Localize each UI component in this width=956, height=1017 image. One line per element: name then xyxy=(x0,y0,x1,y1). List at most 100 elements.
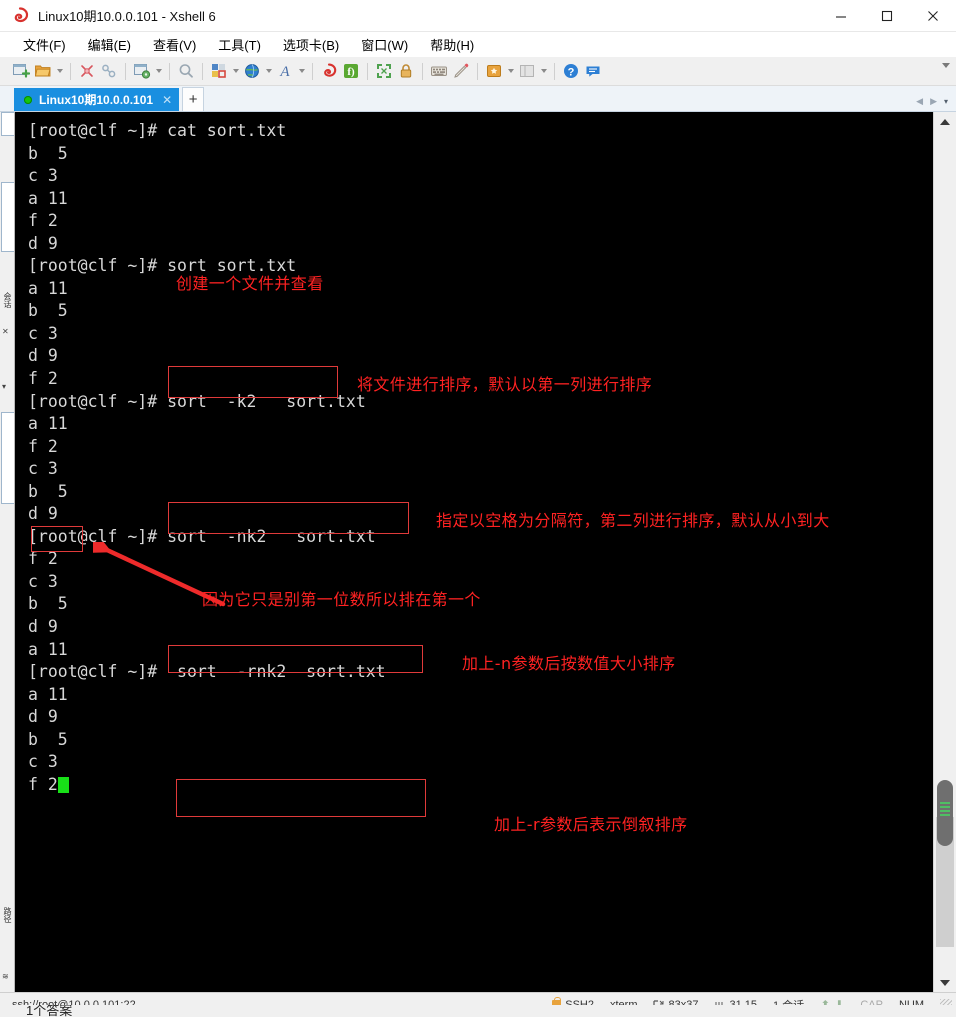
menu-tools[interactable]: 工具(T) xyxy=(207,32,272,58)
terminal-line: f 2 xyxy=(28,369,58,389)
menu-window[interactable]: 窗口(W) xyxy=(350,32,419,58)
close-button[interactable] xyxy=(910,0,956,31)
collapsed-sidebar[interactable]: 会话 ✕ ▾ 路径 ≋ ⌄ xyxy=(0,112,15,992)
sidebar-scroll-icon[interactable]: ≋ xyxy=(2,972,9,981)
toolbar-overflow-icon[interactable] xyxy=(942,63,950,68)
toolbar: A f) ? xyxy=(0,57,956,86)
terminal-line: b 5 xyxy=(28,594,68,614)
overflow-ghost-row: 1个答案 xyxy=(0,1005,956,1017)
annotation-sort-k2: 指定以空格为分隔符，第二列进行排序，默认从小到大 xyxy=(436,511,830,530)
title-bar: Linux10期10.0.0.101 - Xshell 6 xyxy=(0,0,956,32)
fullscreen-icon[interactable] xyxy=(373,60,395,82)
terminal-line: a 11 xyxy=(28,684,68,704)
sidebar-panel-2[interactable] xyxy=(1,182,14,252)
terminal-line: b 5 xyxy=(28,301,68,321)
annotation-create-file: 创建一个文件并查看 xyxy=(176,274,324,293)
search-icon[interactable] xyxy=(175,60,197,82)
terminal-scrollbar[interactable] xyxy=(933,112,956,992)
sidebar-close-icon[interactable]: ✕ xyxy=(2,327,9,336)
menu-file[interactable]: 文件(F) xyxy=(12,32,77,58)
terminal-line: a 11 xyxy=(28,414,68,434)
sidebar-panel-3[interactable] xyxy=(1,412,14,504)
terminal-line: c 3 xyxy=(28,323,58,343)
terminal-line: d 9 xyxy=(28,617,58,637)
compose-bar-dropdown-icon[interactable] xyxy=(538,60,549,82)
toolbar-separator xyxy=(70,62,71,80)
scroll-up-button[interactable] xyxy=(934,112,956,131)
terminal-line: b 5 xyxy=(28,143,68,163)
terminal-line: d 9 xyxy=(28,707,58,727)
xshell-window: Linux10期10.0.0.101 - Xshell 6 文件(F) 编辑(E… xyxy=(0,0,956,1017)
minimize-button[interactable] xyxy=(818,0,864,31)
feedback-icon[interactable] xyxy=(582,60,604,82)
tab-prev-icon[interactable]: ◀ xyxy=(916,96,923,107)
tab-nav: ◀ ▶ ▾ xyxy=(916,96,948,107)
toolbar-separator xyxy=(125,62,126,80)
tab-label: Linux10期10.0.0.101 xyxy=(39,93,154,107)
cmd-box-sort xyxy=(168,366,338,398)
terminal-line: d 9 xyxy=(28,504,58,524)
session-properties-icon[interactable] xyxy=(131,60,153,82)
annotation-first-digit: 因为它只是别第一位数所以排在第一个 xyxy=(202,590,481,609)
tab-list-icon[interactable]: ▾ xyxy=(944,97,948,106)
terminal-line: f 2 xyxy=(28,549,58,569)
layout-icon[interactable] xyxy=(208,60,230,82)
terminal-cursor xyxy=(57,776,69,793)
toolbar-separator xyxy=(312,62,313,80)
terminal-line: a 11 xyxy=(28,188,68,208)
disconnect-icon[interactable] xyxy=(76,60,98,82)
svg-text:f): f) xyxy=(347,66,355,78)
terminal-line: a 11 xyxy=(28,639,68,659)
xshell-icon[interactable] xyxy=(318,60,340,82)
cmd-box-sort-k2 xyxy=(168,502,409,534)
favorites-icon[interactable] xyxy=(483,60,505,82)
compose-bar-icon[interactable] xyxy=(516,60,538,82)
terminal-line: b 5 xyxy=(28,481,68,501)
new-session-icon[interactable] xyxy=(10,60,32,82)
menu-edit[interactable]: 编辑(E) xyxy=(77,32,142,58)
ghost-text: 1个答案 xyxy=(26,1005,73,1017)
font-dropdown-icon[interactable] xyxy=(296,60,307,82)
highlight-pen-icon[interactable] xyxy=(450,60,472,82)
keyboard-icon[interactable] xyxy=(428,60,450,82)
session-properties-dropdown-icon[interactable] xyxy=(153,60,164,82)
maximize-button[interactable] xyxy=(864,0,910,31)
scrollbar-grip xyxy=(940,802,950,818)
scroll-down-button[interactable] xyxy=(934,973,956,992)
toolbar-separator xyxy=(422,62,423,80)
window-controls xyxy=(818,0,956,31)
terminal-line: c 3 xyxy=(28,571,58,591)
toolbar-separator xyxy=(477,62,478,80)
menu-help[interactable]: 帮助(H) xyxy=(419,32,485,58)
sidebar-collapse-icon[interactable]: ▾ xyxy=(2,382,6,391)
sidebar-panel-1[interactable] xyxy=(1,112,14,136)
lock-icon[interactable] xyxy=(395,60,417,82)
globe-icon[interactable] xyxy=(241,60,263,82)
layout-dropdown-icon[interactable] xyxy=(230,60,241,82)
reconnect-icon[interactable] xyxy=(98,60,120,82)
tab-close-icon[interactable]: ✕ xyxy=(162,93,172,107)
open-folder-icon[interactable] xyxy=(32,60,54,82)
open-folder-dropdown-icon[interactable] xyxy=(54,60,65,82)
value-box-a11 xyxy=(31,526,83,552)
window-title: Linux10期10.0.0.101 - Xshell 6 xyxy=(38,9,216,24)
tab-linux10[interactable]: Linux10期10.0.0.101 ✕ xyxy=(14,88,180,111)
cmd-box-sort-nk2 xyxy=(168,645,423,673)
sidebar-label-path[interactable]: 路径 xyxy=(0,907,14,923)
cmd-box-sort-rnk2 xyxy=(176,779,426,817)
globe-dropdown-icon[interactable] xyxy=(263,60,274,82)
menu-view[interactable]: 查看(V) xyxy=(142,32,207,58)
sidebar-label-session[interactable]: 会话 xyxy=(0,292,14,308)
tab-next-icon[interactable]: ▶ xyxy=(930,96,937,107)
menu-tab[interactable]: 选项卡(B) xyxy=(272,32,350,58)
xftp-icon[interactable]: f) xyxy=(340,60,362,82)
terminal-output: [root@clf ~]# cat sort.txt b 5 c 3 a 11 … xyxy=(28,120,933,796)
toolbar-separator xyxy=(554,62,555,80)
favorites-dropdown-icon[interactable] xyxy=(505,60,516,82)
terminal-screen[interactable]: [root@clf ~]# cat sort.txt b 5 c 3 a 11 … xyxy=(15,112,933,992)
font-icon[interactable]: A xyxy=(274,60,296,82)
scrollbar-thumb[interactable] xyxy=(937,780,953,846)
help-icon[interactable]: ? xyxy=(560,60,582,82)
svg-text:A: A xyxy=(279,64,290,80)
new-tab-button[interactable]: + xyxy=(182,87,205,111)
